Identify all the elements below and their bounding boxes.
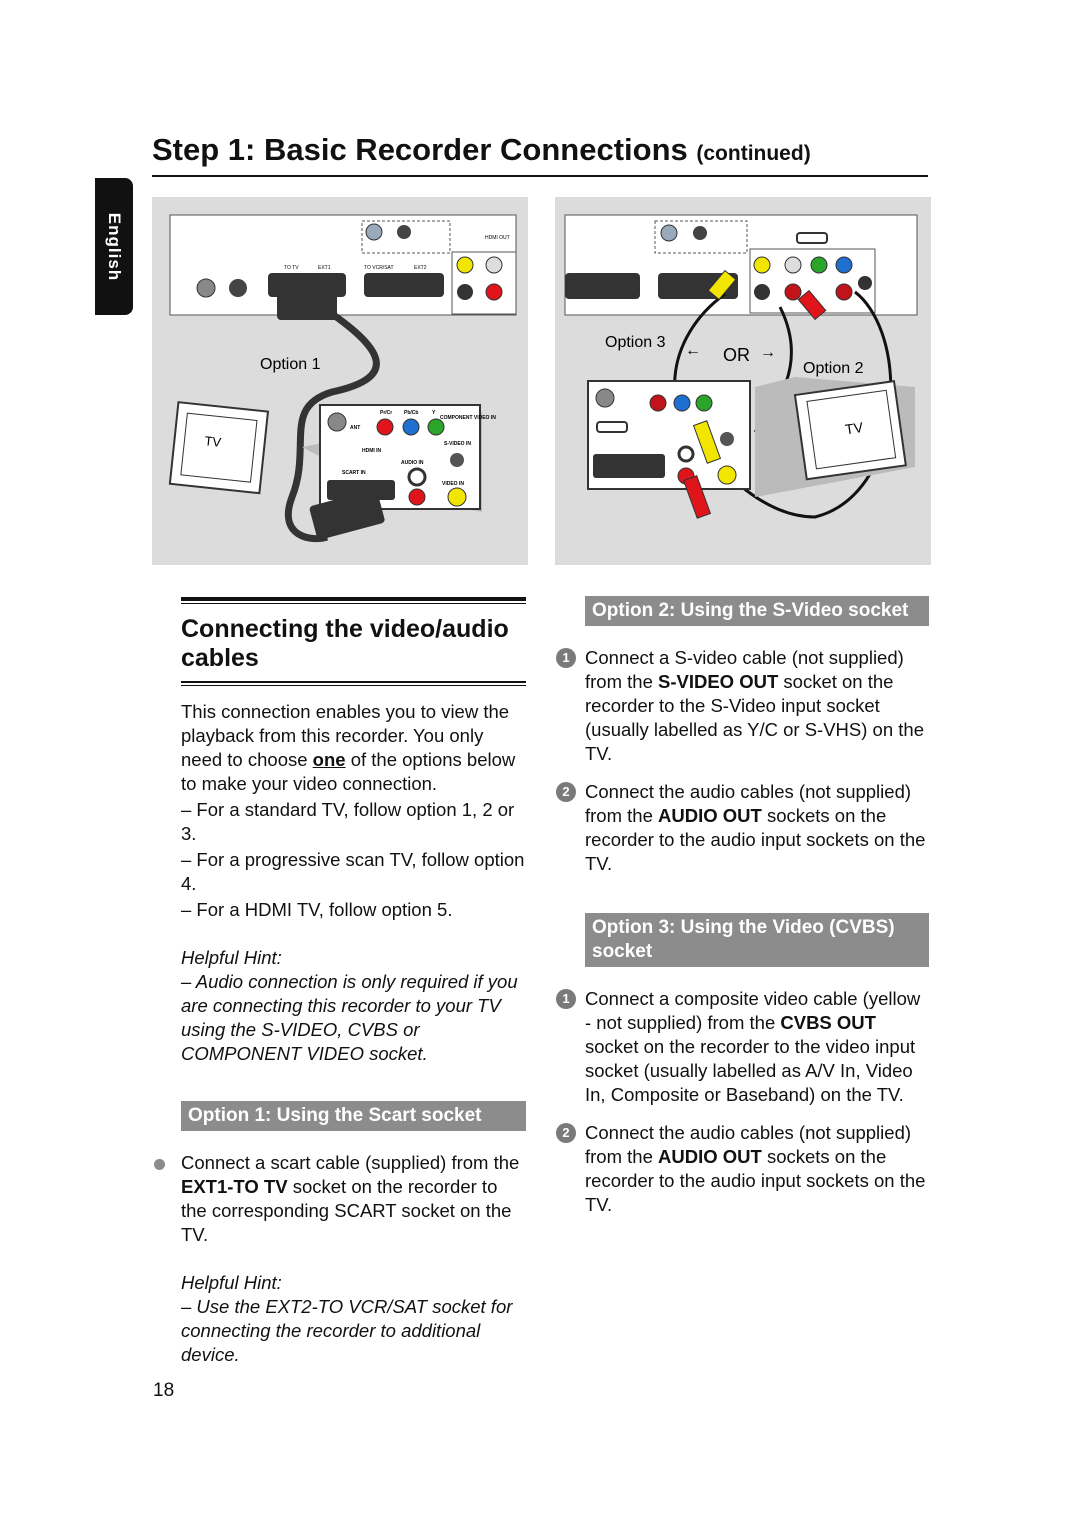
title-text: Step 1: Basic Recorder Connections bbox=[152, 132, 688, 167]
option2-step-2: 2 Connect the audio cables (not supplied)… bbox=[556, 780, 931, 876]
list-item: – For a standard TV, follow option 1, 2 … bbox=[181, 799, 515, 844]
section-rule-thin bbox=[181, 603, 526, 604]
step-text: socket on the recorder to the video inpu… bbox=[585, 1036, 916, 1105]
step-bold: S-VIDEO OUT bbox=[658, 671, 779, 692]
option1-step: Connect a scart cable (supplied) from th… bbox=[154, 1151, 526, 1247]
option3-header: Option 3: Using the Video (CVBS) socket bbox=[585, 913, 929, 967]
svg-text:→: → bbox=[760, 344, 776, 361]
hint-text: – Use the EXT2-TO VCR/SAT socket for con… bbox=[181, 1296, 513, 1365]
section-rule-top bbox=[181, 597, 526, 601]
option3-step-1: 1 Connect a composite video cable (yellow… bbox=[556, 987, 931, 1107]
svg-text:Pb/Cb: Pb/Cb bbox=[404, 410, 418, 416]
section-rule-bottom bbox=[181, 681, 526, 683]
section-rule-thin bbox=[181, 685, 526, 686]
language-tab: English bbox=[95, 178, 133, 315]
step-number-icon: 2 bbox=[556, 782, 576, 802]
svg-text:←: ← bbox=[685, 342, 701, 359]
svg-text:S-VIDEO IN: S-VIDEO IN bbox=[444, 441, 471, 447]
hint-title: Helpful Hint: bbox=[181, 947, 282, 968]
svg-text:TO TV: TO TV bbox=[284, 265, 299, 271]
left-column: Connecting the video/audio cables This c… bbox=[154, 597, 526, 1367]
step-number-icon: 1 bbox=[556, 989, 576, 1009]
step-bold: AUDIO OUT bbox=[658, 1146, 762, 1167]
option3-label: Option 3 bbox=[605, 334, 666, 351]
option1-header: Option 1: Using the Scart socket bbox=[181, 1101, 526, 1131]
option1-label: Option 1 bbox=[260, 356, 321, 373]
intro-emphasis: one bbox=[312, 749, 346, 770]
language-label: English bbox=[105, 212, 124, 281]
svg-text:EXT2: EXT2 bbox=[414, 265, 427, 271]
option1-diagram: TO TV EXT1 TO VCR/SAT EXT2 HDMI OUT TV A… bbox=[152, 197, 528, 565]
title-divider bbox=[152, 175, 928, 177]
svg-text:HDMI IN: HDMI IN bbox=[362, 448, 382, 454]
list-item: – For a progressive scan TV, follow opti… bbox=[181, 849, 525, 894]
step-bold: CVBS OUT bbox=[780, 1012, 876, 1033]
step-number-icon: 2 bbox=[556, 1123, 576, 1143]
step-bold: AUDIO OUT bbox=[658, 805, 762, 826]
step-text: Connect a scart cable (supplied) from th… bbox=[181, 1152, 520, 1173]
svg-text:HDMI OUT: HDMI OUT bbox=[485, 235, 510, 241]
hint-text: – Audio connection is only required if y… bbox=[181, 971, 518, 1064]
svg-text:Pr/Cr: Pr/Cr bbox=[380, 410, 392, 416]
svg-text:SCART IN: SCART IN bbox=[342, 470, 366, 476]
page-number: 18 bbox=[153, 1380, 175, 1401]
page-title: Step 1: Basic Recorder Connections (cont… bbox=[152, 132, 811, 168]
intro-paragraph: This connection enables you to view the … bbox=[181, 700, 526, 796]
or-label: OR bbox=[723, 345, 750, 365]
step-bold: EXT1-TO TV bbox=[181, 1176, 288, 1197]
right-column: Option 2: Using the S-Video socket 1 Conn… bbox=[556, 596, 931, 1217]
svg-text:EXT1: EXT1 bbox=[318, 265, 331, 271]
option2-3-diagram: TV Option 3 OR ← → Option 2 bbox=[555, 197, 931, 565]
title-suffix: (continued) bbox=[696, 142, 811, 165]
option3-step-2: 2 Connect the audio cables (not supplied)… bbox=[556, 1121, 931, 1217]
hint-title: Helpful Hint: bbox=[181, 1272, 282, 1293]
list-item: – For a HDMI TV, follow option 5. bbox=[181, 899, 453, 920]
tv-label: TV bbox=[844, 419, 865, 437]
tv-label: TV bbox=[204, 433, 222, 450]
svg-text:VIDEO IN: VIDEO IN bbox=[442, 481, 464, 487]
option2-header: Option 2: Using the S-Video socket bbox=[585, 596, 929, 626]
section-title: Connecting the video/audio cables bbox=[181, 615, 509, 672]
bullet-icon bbox=[154, 1159, 165, 1170]
svg-text:COMPONENT VIDEO IN: COMPONENT VIDEO IN bbox=[440, 415, 496, 421]
step-number-icon: 1 bbox=[556, 648, 576, 668]
svg-text:ANT: ANT bbox=[350, 425, 360, 431]
option2-step-1: 1 Connect a S-video cable (not supplied) … bbox=[556, 646, 931, 766]
option2-label: Option 2 bbox=[803, 360, 864, 377]
svg-text:TO VCR/SAT: TO VCR/SAT bbox=[364, 265, 394, 271]
svg-text:AUDIO IN: AUDIO IN bbox=[401, 460, 424, 466]
